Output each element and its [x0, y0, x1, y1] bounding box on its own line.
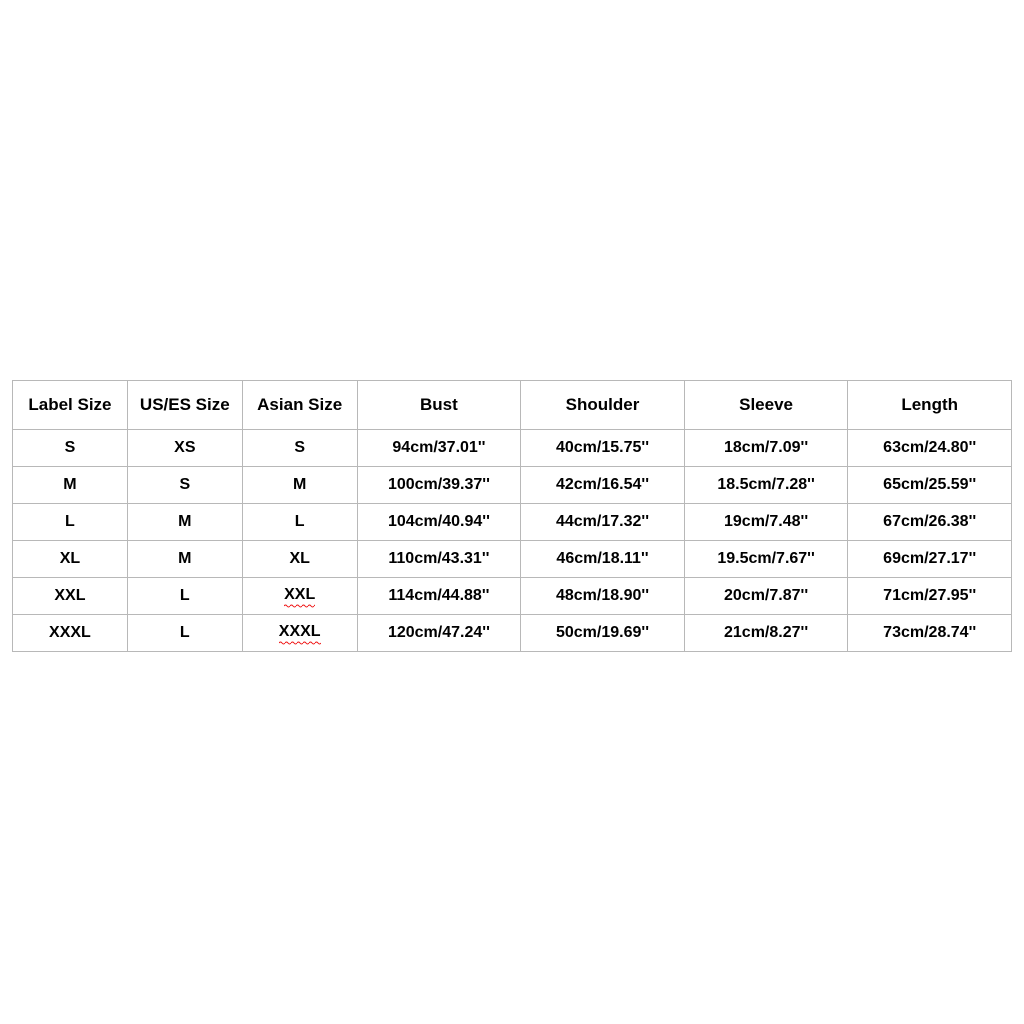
header-sleeve: Sleeve [684, 381, 848, 430]
table-row: SXSS94cm/37.01''40cm/15.75''18cm/7.09''6… [13, 430, 1012, 467]
cell-length: 71cm/27.95'' [848, 578, 1012, 615]
cell-bust: 94cm/37.01'' [357, 430, 521, 467]
cell-bust: 104cm/40.94'' [357, 504, 521, 541]
header-row: Label Size US/ES Size Asian Size Bust Sh… [13, 381, 1012, 430]
cell-sleeve: 19.5cm/7.67'' [684, 541, 848, 578]
cell-label-size: XL [13, 541, 128, 578]
cell-asian-size: XXL [242, 578, 357, 615]
table-row: XXXLLXXXL120cm/47.24''50cm/19.69''21cm/8… [13, 615, 1012, 652]
cell-asian-size: XL [242, 541, 357, 578]
header-uses-size: US/ES Size [127, 381, 242, 430]
cell-shoulder: 42cm/16.54'' [521, 467, 685, 504]
table-body: SXSS94cm/37.01''40cm/15.75''18cm/7.09''6… [13, 430, 1012, 652]
header-asian-size: Asian Size [242, 381, 357, 430]
cell-label-size: S [13, 430, 128, 467]
table-head: Label Size US/ES Size Asian Size Bust Sh… [13, 381, 1012, 430]
size-chart-table: Label Size US/ES Size Asian Size Bust Sh… [12, 380, 1012, 652]
cell-bust: 120cm/47.24'' [357, 615, 521, 652]
cell-shoulder: 44cm/17.32'' [521, 504, 685, 541]
cell-asian-size: S [242, 430, 357, 467]
cell-label-size: XXXL [13, 615, 128, 652]
cell-sleeve: 21cm/8.27'' [684, 615, 848, 652]
cell-sleeve: 20cm/7.87'' [684, 578, 848, 615]
cell-uses-size: S [127, 467, 242, 504]
header-shoulder: Shoulder [521, 381, 685, 430]
cell-sleeve: 19cm/7.48'' [684, 504, 848, 541]
header-length: Length [848, 381, 1012, 430]
cell-uses-size: L [127, 578, 242, 615]
cell-uses-size: M [127, 504, 242, 541]
cell-asian-size: M [242, 467, 357, 504]
size-chart-container: Label Size US/ES Size Asian Size Bust Sh… [12, 380, 1012, 652]
cell-length: 69cm/27.17'' [848, 541, 1012, 578]
cell-length: 73cm/28.74'' [848, 615, 1012, 652]
cell-uses-size: XS [127, 430, 242, 467]
cell-length: 63cm/24.80'' [848, 430, 1012, 467]
table-row: LML104cm/40.94''44cm/17.32''19cm/7.48''6… [13, 504, 1012, 541]
cell-asian-size: L [242, 504, 357, 541]
table-row: XLMXL110cm/43.31''46cm/18.11''19.5cm/7.6… [13, 541, 1012, 578]
cell-shoulder: 40cm/15.75'' [521, 430, 685, 467]
cell-length: 65cm/25.59'' [848, 467, 1012, 504]
cell-bust: 114cm/44.88'' [357, 578, 521, 615]
cell-bust: 100cm/39.37'' [357, 467, 521, 504]
cell-shoulder: 50cm/19.69'' [521, 615, 685, 652]
cell-shoulder: 46cm/18.11'' [521, 541, 685, 578]
cell-label-size: M [13, 467, 128, 504]
table-row: XXLLXXL114cm/44.88''48cm/18.90''20cm/7.8… [13, 578, 1012, 615]
cell-sleeve: 18.5cm/7.28'' [684, 467, 848, 504]
cell-label-size: XXL [13, 578, 128, 615]
table-row: MSM100cm/39.37''42cm/16.54''18.5cm/7.28'… [13, 467, 1012, 504]
cell-length: 67cm/26.38'' [848, 504, 1012, 541]
cell-uses-size: L [127, 615, 242, 652]
cell-asian-size: XXXL [242, 615, 357, 652]
cell-uses-size: M [127, 541, 242, 578]
header-label-size: Label Size [13, 381, 128, 430]
cell-bust: 110cm/43.31'' [357, 541, 521, 578]
cell-sleeve: 18cm/7.09'' [684, 430, 848, 467]
header-bust: Bust [357, 381, 521, 430]
cell-shoulder: 48cm/18.90'' [521, 578, 685, 615]
cell-label-size: L [13, 504, 128, 541]
